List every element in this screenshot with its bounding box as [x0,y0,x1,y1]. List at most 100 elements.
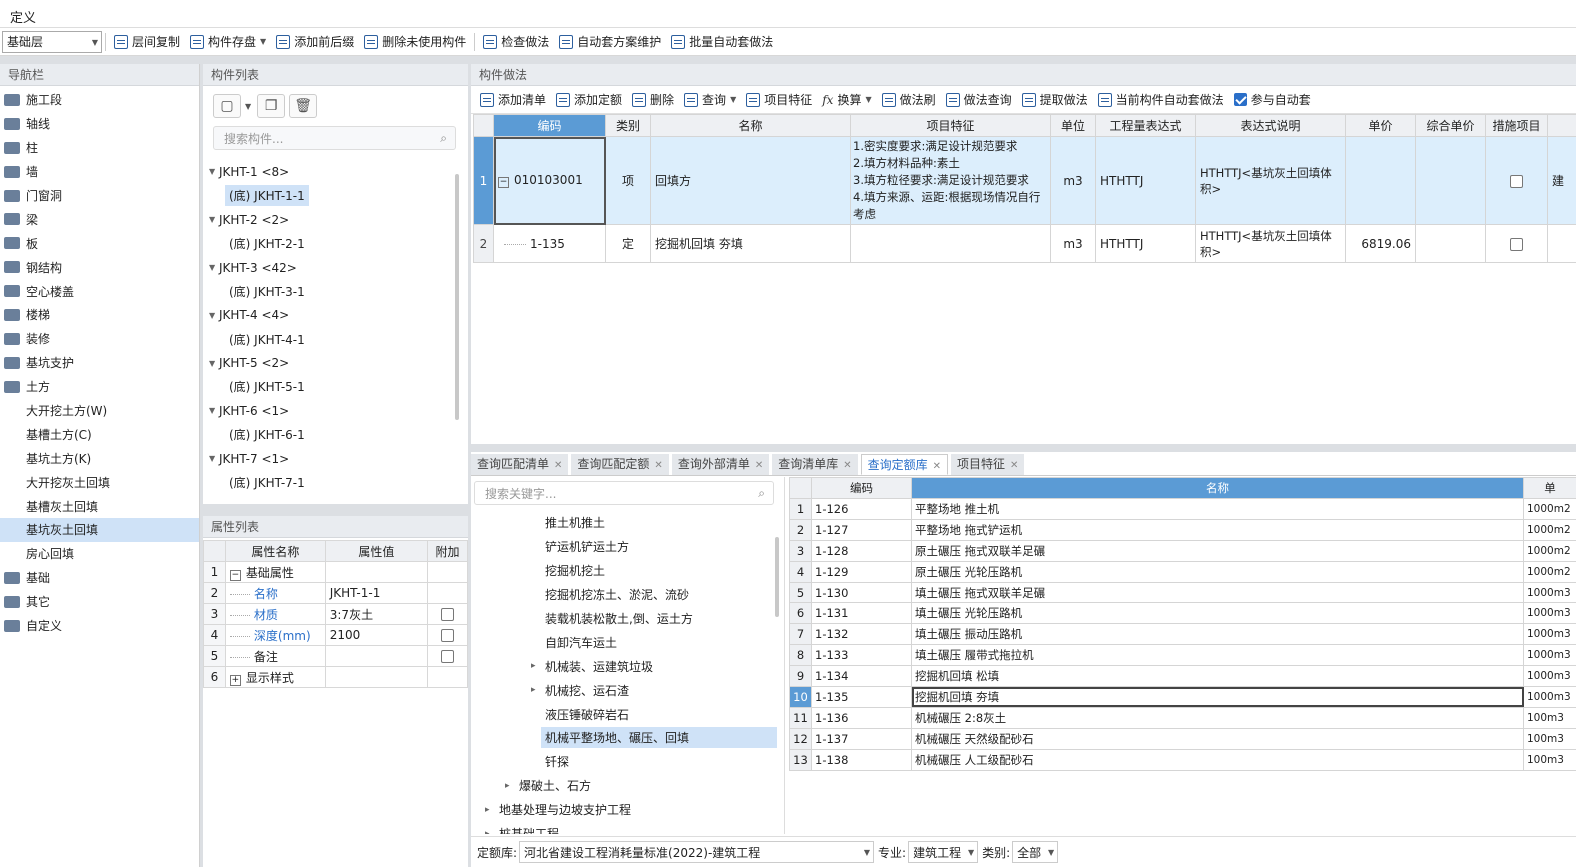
quota-row[interactable]: 12 1-137 机械碾压 天然级配砂石 100m3 [789,727,1576,750]
chevron-down-icon[interactable]: ▼ [209,311,219,320]
delete-unused-button[interactable]: 删除未使用构件 [359,30,471,54]
quota-unit[interactable]: 100m3 [1523,706,1576,729]
code-cell[interactable]: −010103001 [493,136,606,225]
property-row[interactable]: 4 深度(mm) 2100 [203,624,468,646]
save-component-button[interactable]: 构件存盘 ▼ [185,30,271,54]
quota-row[interactable]: 3 1-128 原土碾压 拖式双联羊足碾 1000m2 [789,539,1576,562]
quota-code[interactable]: 1-132 [811,623,912,646]
quota-name[interactable]: 填土碾压 光轮压路机 [911,602,1524,625]
price-cell[interactable] [1345,136,1416,225]
quota-code[interactable]: 1-128 [811,539,912,562]
quota-db-select[interactable]: 河北省建设工程消耗量标准(2022)-建筑工程 ▼ [519,841,875,863]
query-tab[interactable]: 查询匹配清单 ✕ [471,454,569,475]
close-icon[interactable]: ✕ [755,460,763,471]
method-tool-button[interactable]: 做法查询 [941,88,1017,112]
quota-tree-item[interactable]: 挖掘机挖土 [471,559,784,583]
component-item[interactable]: (底) JKHT-5-1 [203,375,468,399]
column-header-type[interactable]: 类别 [605,114,651,137]
extra-cell[interactable] [1547,224,1576,263]
method-tool-button[interactable]: 参与自动套 [1229,88,1316,112]
nav-item[interactable]: 装修 [0,327,199,351]
quota-unit[interactable]: 1000m3 [1523,623,1576,646]
quota-name[interactable]: 挖掘机回填 夯填 [911,686,1524,708]
chevron-down-icon[interactable]: ▼ [209,215,219,224]
column-header-code[interactable]: 编码 [493,114,606,137]
quota-tree-item[interactable]: ▸桩基础工程 [471,822,784,834]
quota-name[interactable]: 机械碾压 2:8灰土 [911,706,1524,729]
quota-row[interactable]: 11 1-136 机械碾压 2:8灰土 100m3 [789,706,1576,729]
component-group[interactable]: ▼ JKHT-3 <42> [203,256,468,280]
features-cell[interactable]: 1.密实度要求:满足设计规范要求 2.填方材料品种:素土 3.填方粒径要求:满足设计… [850,136,1051,225]
property-name-cell[interactable]: 材质 [224,603,326,625]
method-tool-button[interactable]: 提取做法 [1017,88,1093,112]
quota-name[interactable]: 填土碾压 履带式拖拉机 [911,644,1524,667]
quota-row[interactable]: 2 1-127 平整场地 拖式铲运机 1000m2 [789,518,1576,541]
delete-component-button[interactable]: 🗑 [289,94,318,118]
column-header-price[interactable]: 单价 [1345,114,1416,137]
property-value[interactable]: 3:7灰土 [324,603,429,625]
nav-item[interactable]: 基坑土方(K) [0,446,199,470]
kind-select[interactable]: 全部 ▼ [1012,841,1059,863]
quota-name[interactable]: 挖掘机回填 松填 [911,665,1524,688]
floor-select[interactable]: 基础层 ▼ [2,30,102,53]
check-method-button[interactable]: 检查做法 [478,30,554,54]
property-value[interactable] [324,666,429,688]
method-row[interactable]: 2 1-135 定挖掘机回填 夯填 m3 HTHTTJ HTHTTJ<基坑灰土回填体积> 6… [473,224,1576,263]
quota-row[interactable]: 4 1-129 原土碾压 光轮压路机 1000m2 [789,560,1576,583]
quota-unit[interactable]: 100m3 [1523,748,1576,771]
component-group[interactable]: ▼ JKHT-7 <1> [203,447,468,471]
quota-code[interactable]: 1-130 [811,581,912,604]
nav-item[interactable]: 自定义 [0,614,199,638]
quota-row[interactable]: 9 1-134 挖掘机回填 松填 1000m3 [789,665,1576,688]
quota-code[interactable]: 1-133 [811,644,912,667]
property-name-cell[interactable]: 名称 [224,582,326,604]
chevron-right-icon[interactable]: ▸ [485,805,495,815]
quota-search[interactable]: 搜索关键字... ⌕ [474,481,774,505]
quota-row[interactable]: 10 1-135 挖掘机回填 夯填 1000m3 [789,686,1576,708]
component-group[interactable]: ▼ JKHT-6 <1> [203,399,468,423]
property-extra-checkbox[interactable] [441,650,455,663]
chevron-down-icon[interactable]: ▼ [209,454,219,463]
quota-row[interactable]: 7 1-132 填土碾压 振动压路机 1000m3 [789,623,1576,646]
quota-code[interactable]: 1-134 [811,665,912,688]
collapse-icon[interactable]: − [498,177,509,188]
measure-checkbox[interactable] [1510,237,1523,251]
quota-tree-item[interactable]: ▸ 爆破土、石方 [471,774,784,798]
nav-item[interactable]: 基础 [0,566,199,590]
quota-row[interactable]: 6 1-131 填土碾压 光轮压路机 1000m3 [789,602,1576,625]
quota-tree-item[interactable]: 钎探 [471,750,784,774]
column-header-measure[interactable]: 措施项目 [1485,114,1548,137]
component-group[interactable]: ▼ JKHT-1 <8> [203,160,468,184]
component-item[interactable]: (底) JKHT-1-1 [203,184,468,208]
features-cell[interactable] [850,224,1051,263]
quota-unit[interactable]: 1000m2 [1523,539,1576,562]
major-select[interactable]: 建筑工程 ▼ [908,841,979,863]
component-search[interactable]: 搜索构件... ⌕ [213,126,456,150]
close-icon[interactable]: ✕ [933,461,941,472]
quota-row[interactable]: 5 1-130 填土碾压 拖式双联羊足碾 1000m3 [789,581,1576,604]
quota-name[interactable]: 机械碾压 天然级配砂石 [911,727,1524,750]
name-cell[interactable]: 回填方 [650,136,851,225]
property-row[interactable]: 3 材质 3:7灰土 [203,603,468,625]
property-row[interactable]: 6 + 显示样式 [203,666,468,688]
nav-item[interactable]: 板 [0,231,199,255]
chevron-down-icon[interactable]: ▼ [209,406,219,415]
query-tab[interactable]: 查询匹配定额 ✕ [571,454,669,475]
copy-floor-button[interactable]: 层间复制 [109,30,185,54]
close-icon[interactable]: ✕ [654,460,662,471]
chevron-right-icon[interactable]: ▸ [531,661,541,671]
name-cell[interactable]: 挖掘机回填 夯填 [650,224,851,263]
nav-item[interactable]: 房心回填 [0,542,199,566]
quota-name[interactable]: 机械碾压 人工级配砂石 [911,748,1524,771]
method-tool-button[interactable]: 当前构件自动套做法 [1093,88,1229,112]
method-tool-button[interactable]: 项目特征 [741,88,817,112]
property-row[interactable]: 5 备注 [203,645,468,667]
quota-tree-item[interactable]: 液压锤破碎岩石 [471,702,784,726]
column-header-name[interactable]: 名称 [650,114,851,137]
quota-tree-item[interactable]: 挖掘机挖冻土、淤泥、流砂 [471,583,784,607]
nav-item[interactable]: 门窗洞 [0,184,199,208]
desc-cell[interactable]: HTHTTJ<基坑灰土回填体积> [1195,136,1346,225]
component-group[interactable]: ▼ JKHT-2 <2> [203,208,468,232]
quota-unit[interactable]: 1000m3 [1523,602,1576,625]
nav-item[interactable]: 大开挖灰土回填 [0,470,199,494]
